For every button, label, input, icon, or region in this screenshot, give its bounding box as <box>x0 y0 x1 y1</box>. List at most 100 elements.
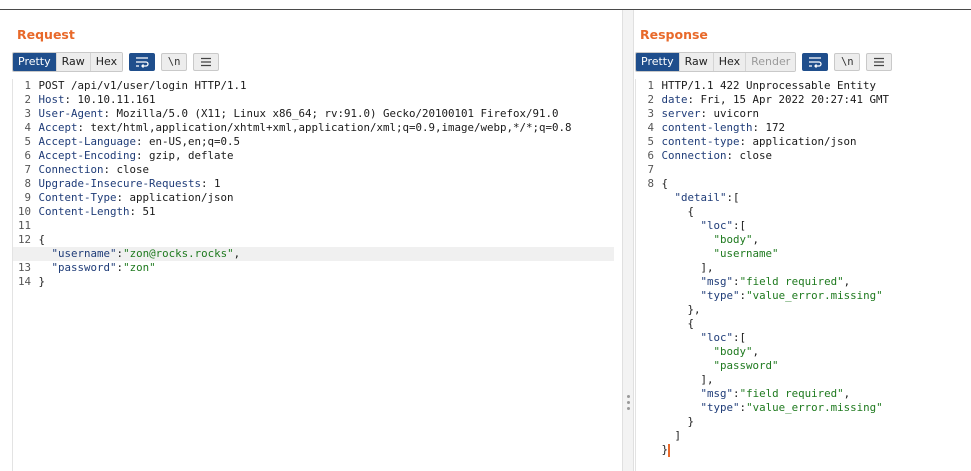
response-code-line: } <box>636 443 971 457</box>
code-text: : 1 <box>201 177 221 190</box>
response-pane: Response Pretty Raw Hex Render \n 1 HTTP… <box>634 10 971 471</box>
code-string: "body" <box>713 233 753 246</box>
response-title: Response <box>640 27 708 42</box>
pane-splitter[interactable] <box>622 10 634 471</box>
request-wrap-lines-button[interactable] <box>129 53 156 71</box>
wrap-lines-icon <box>136 57 149 68</box>
code-text: , <box>233 247 241 260</box>
request-code-line: 12 { <box>13 233 614 247</box>
request-tab-hex[interactable]: Hex <box>90 53 123 71</box>
response-code-line: "body", <box>636 233 971 247</box>
code-key: content-type <box>661 135 740 148</box>
response-tab-pretty[interactable]: Pretty <box>636 53 680 71</box>
code-key: "type" <box>700 289 740 302</box>
line-number: 11 <box>17 219 31 232</box>
menu-icon <box>874 57 885 67</box>
response-code-line: "msg":"field required", <box>636 275 971 289</box>
code-string: "zon" <box>123 261 156 274</box>
request-menu-button[interactable] <box>193 53 220 71</box>
line-number: 1 <box>647 79 654 92</box>
request-pane: Request Pretty Raw Hex \n 1 POST /api/v1… <box>0 10 622 471</box>
code-key: "type" <box>700 401 740 414</box>
response-code-line: "password" <box>636 359 971 373</box>
line-number: 13 <box>17 261 31 274</box>
line-number: 8 <box>24 177 31 190</box>
line-number: 14 <box>17 275 31 288</box>
response-code-line: } <box>636 415 971 429</box>
response-menu-button[interactable] <box>866 53 893 71</box>
request-code-line: 11 <box>13 219 614 233</box>
response-code-line: ] <box>636 429 971 443</box>
response-code-line: "loc":[ <box>636 331 971 345</box>
code-text: : 172 <box>752 121 786 134</box>
line-number: 1 <box>24 79 31 92</box>
response-view-tabs: Pretty Raw Hex Render <box>635 52 797 72</box>
request-code-line: 13 "password":"zon" <box>13 261 614 275</box>
line-number: 7 <box>647 163 654 176</box>
response-code-line: { <box>636 317 971 331</box>
code-text: : application/json <box>116 191 234 204</box>
code-text: : en-US,en;q=0.5 <box>136 135 241 148</box>
line-number: 4 <box>24 121 31 134</box>
response-wrap-lines-button[interactable] <box>802 53 829 71</box>
request-code-line: 9 Content-Type: application/json <box>13 191 614 205</box>
splitter-grip-icon <box>627 395 630 413</box>
response-editor[interactable]: 1 HTTP/1.1 422 Unprocessable Entity 2 dat… <box>635 79 971 471</box>
response-code-line: "msg":"field required", <box>636 387 971 401</box>
response-tab-hex[interactable]: Hex <box>713 53 747 71</box>
line-number: 10 <box>17 205 31 218</box>
response-code-line: ], <box>636 261 971 275</box>
code-key: User-Agent <box>38 107 104 120</box>
response-tab-render[interactable]: Render <box>746 53 796 71</box>
line-number: 3 <box>647 107 654 120</box>
request-view-tabs: Pretty Raw Hex <box>12 52 124 72</box>
code-text: } <box>661 415 695 428</box>
request-code-line: 5 Accept-Language: en-US,en;q=0.5 <box>13 135 614 149</box>
code-key: Host <box>38 93 65 106</box>
code-string: "password" <box>713 359 779 372</box>
newline-icon: \n <box>840 56 854 68</box>
response-code-line: "type":"value_error.missing" <box>636 289 971 303</box>
code-key: Connection <box>661 149 727 162</box>
response-code-line: 3 server: uvicorn <box>636 107 971 121</box>
line-number: 3 <box>24 107 31 120</box>
wrap-lines-icon <box>809 57 822 68</box>
request-newline-button[interactable]: \n <box>161 53 188 71</box>
code-key: "msg" <box>700 275 734 288</box>
code-key: date <box>661 93 688 106</box>
response-newline-button[interactable]: \n <box>834 53 861 71</box>
response-code-line: 1 HTTP/1.1 422 Unprocessable Entity <box>636 79 971 93</box>
response-code-line: ], <box>636 373 971 387</box>
response-code-line: 2 date: Fri, 15 Apr 2022 20:27:41 GMT <box>636 93 971 107</box>
code-text: ], <box>661 373 714 386</box>
request-editor[interactable]: 1 POST /api/v1/user/login HTTP/1.1 2 Host… <box>12 79 614 471</box>
code-key: Upgrade-Insecure-Requests <box>38 177 202 190</box>
response-tab-raw[interactable]: Raw <box>679 53 714 71</box>
code-text: : close <box>103 163 150 176</box>
response-code-line: "username" <box>636 247 971 261</box>
request-tab-raw[interactable]: Raw <box>56 53 91 71</box>
code-text: : uvicorn <box>700 107 760 120</box>
line-number: 2 <box>24 93 31 106</box>
code-string: "body" <box>713 345 753 358</box>
code-text: , <box>843 275 851 288</box>
code-text: : close <box>726 149 773 162</box>
code-text: { <box>38 233 46 246</box>
newline-icon: \n <box>167 56 181 68</box>
code-key: Accept-Encoding <box>38 149 137 162</box>
request-tab-pretty[interactable]: Pretty <box>13 53 57 71</box>
code-text: } <box>38 275 46 288</box>
code-key: Content-Length <box>38 205 130 218</box>
code-text: { <box>661 205 695 218</box>
code-text: :[ <box>726 191 740 204</box>
line-number: 2 <box>647 93 654 106</box>
